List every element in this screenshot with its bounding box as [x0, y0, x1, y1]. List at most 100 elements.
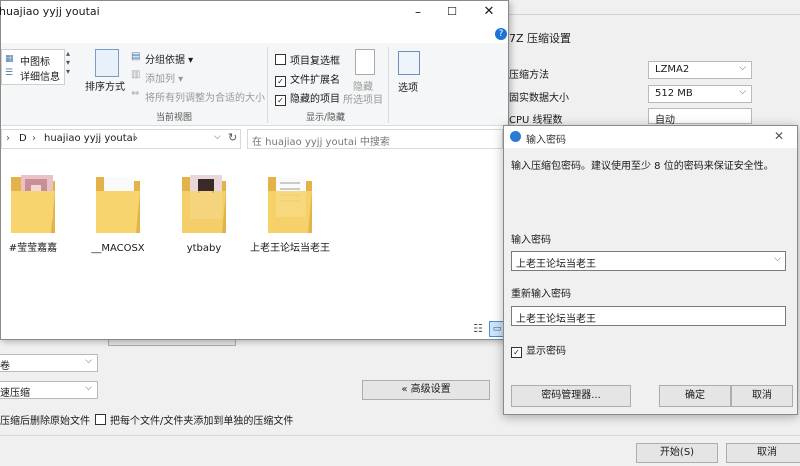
- show-password-label: 显示密码: [526, 346, 566, 357]
- file-extensions-option[interactable]: ✓ 文件扩展名: [275, 71, 340, 87]
- medium-icons-option[interactable]: 中图标: [20, 53, 50, 68]
- password-input[interactable]: 上老王论坛当老王 ⌵: [511, 251, 786, 271]
- method-select[interactable]: LZMA2 ⌵: [648, 61, 752, 79]
- speed-value: 速压缩: [0, 388, 30, 399]
- folder-icon: [182, 175, 226, 233]
- address-bar[interactable]: › D › huajiao yyjj youtai › ⌵ ↻: [1, 129, 241, 149]
- chevron-right-icon: ›: [32, 133, 36, 144]
- volume-value: 卷: [0, 361, 10, 372]
- separate-archives-option[interactable]: 把每个文件/文件夹添加到单独的压缩文件: [95, 412, 293, 427]
- address-dropdown-icon[interactable]: ⌵: [214, 132, 221, 142]
- method-value: LZMA2: [655, 64, 690, 75]
- layout-gallery[interactable]: ▦ 中图标 ☰ 详细信息: [1, 49, 65, 85]
- divider: [0, 435, 800, 436]
- item-checkboxes-checkbox: [275, 54, 286, 65]
- password-dialog: 输入密码 ✕ 输入压缩包密码。建议使用至少 8 位的密码来保证安全性。 输入密码…: [503, 125, 798, 415]
- dict-value: 512 MB: [655, 88, 693, 99]
- password-label: 输入密码: [511, 235, 551, 246]
- separate-label: 把每个文件/文件夹添加到单独的压缩文件: [110, 416, 294, 427]
- breadcrumb-drive[interactable]: D: [19, 133, 27, 144]
- speed-select[interactable]: 速压缩 ⌵: [0, 381, 98, 399]
- password-dialog-title: 输入密码: [526, 135, 566, 146]
- folder-icon: [11, 175, 55, 233]
- dict-select[interactable]: 512 MB ⌵: [648, 85, 752, 103]
- divider: [509, 14, 800, 15]
- password-manager-button[interactable]: 密码管理器...: [511, 385, 631, 407]
- close-icon[interactable]: ✕: [477, 1, 501, 23]
- ok-button[interactable]: 确定: [659, 385, 731, 407]
- refresh-icon[interactable]: ↻: [228, 131, 237, 144]
- help-icon[interactable]: ?: [495, 28, 507, 40]
- file-extensions-label: 文件扩展名: [290, 75, 340, 86]
- hidden-items-label: 隐藏的项目: [290, 94, 340, 105]
- folder-name: #莹莹嘉嘉: [8, 243, 58, 254]
- password-description: 输入压缩包密码。建议使用至少 8 位的密码来保证安全性。: [511, 161, 774, 172]
- maximize-icon[interactable]: ☐: [440, 1, 464, 23]
- delete-after-option[interactable]: 压缩后删除原始文件: [0, 412, 90, 427]
- medium-icons-icon: ▦: [5, 54, 14, 64]
- chevron-right-icon: ›: [134, 133, 138, 144]
- delete-after-label: 压缩后删除原始文件: [0, 416, 90, 427]
- hidden-items-option[interactable]: ✓ 隐藏的项目: [275, 90, 340, 106]
- threads-select[interactable]: 自动: [648, 108, 752, 126]
- add-column-icon: ▥: [131, 69, 141, 80]
- folder-name: ytbaby: [186, 243, 222, 254]
- chevron-down-icon[interactable]: ⌵: [774, 254, 781, 264]
- threads-label: CPU 线程数: [509, 115, 563, 126]
- show-password-checkbox[interactable]: ✓: [511, 347, 522, 358]
- explorer-window: huajiao yyjj youtai – ☐ ✕ ? ▦ 中图标 ☰ 详细信息…: [0, 0, 509, 340]
- reenter-password-label: 重新输入密码: [511, 289, 571, 300]
- folder-name: 上老王论坛当老王: [250, 243, 330, 254]
- show-password-option[interactable]: ✓ 显示密码: [511, 342, 566, 358]
- chevron-down-icon: ⌵: [85, 356, 92, 366]
- hidden-items-checkbox: ✓: [275, 95, 286, 106]
- add-column-button[interactable]: 添加列 ▾: [145, 70, 183, 85]
- current-view-group-label: 当前视图: [156, 113, 193, 123]
- folder-name: __MACOSX: [91, 243, 145, 254]
- fit-columns-button[interactable]: 将所有列调整为合适的大小: [145, 89, 265, 104]
- details-view-icon[interactable]: ☷: [471, 322, 485, 336]
- start-button[interactable]: 开始(S): [636, 443, 718, 463]
- details-option[interactable]: 详细信息: [20, 68, 60, 83]
- password-title-bar: 输入密码 ✕: [504, 126, 797, 148]
- sort-by-button[interactable]: 排序方式: [85, 78, 125, 93]
- hide-selected-icon: [355, 49, 375, 75]
- window-title: huajiao yyjj youtai: [0, 5, 100, 18]
- ribbon: ▦ 中图标 ☰ 详细信息 ▴ ▾ ▾ 排序方式 ▤ 分组依据 ▾ ▥ 添加列 ▾ ⇔…: [1, 43, 508, 126]
- password-cancel-button[interactable]: 取消: [731, 385, 793, 407]
- sort-by-icon: [95, 49, 119, 77]
- fit-columns-icon: ⇔: [131, 88, 140, 99]
- group-by-icon: ▤: [131, 51, 141, 62]
- separate-checkbox[interactable]: [95, 414, 106, 425]
- item-checkboxes-option[interactable]: 项目复选框: [275, 52, 340, 67]
- file-extensions-checkbox: ✓: [275, 76, 286, 87]
- reenter-password-input[interactable]: 上老王论坛当老王: [511, 306, 786, 326]
- search-input[interactable]: 在 huajiao yyjj youtai 中搜索: [247, 129, 503, 149]
- item-checkboxes-label: 项目复选框: [290, 56, 340, 67]
- archive-settings-title: 7Z 压缩设置: [509, 32, 572, 45]
- options-button[interactable]: 选项: [398, 79, 418, 94]
- title-bar: huajiao yyjj youtai – ☐ ✕: [0, 1, 508, 25]
- advanced-settings-button[interactable]: « 高级设置: [362, 380, 490, 400]
- minimize-icon[interactable]: –: [406, 1, 430, 23]
- show-hide-group-label: 显示/隐藏: [306, 113, 346, 123]
- dict-label: 固实数据大小: [509, 93, 569, 104]
- folder-icon: [268, 177, 312, 233]
- divider: [267, 47, 268, 123]
- reenter-password-value: 上老王论坛当老王: [516, 314, 596, 325]
- divider: [388, 47, 389, 123]
- close-icon[interactable]: ✕: [774, 129, 784, 143]
- archive-cancel-button[interactable]: 取消: [726, 443, 800, 463]
- gallery-scroll[interactable]: ▴ ▾ ▾: [66, 49, 74, 89]
- volume-select[interactable]: 卷 ⌵: [0, 354, 98, 372]
- group-by-button[interactable]: 分组依据 ▾: [145, 51, 193, 66]
- password-value: 上老王论坛当老王: [516, 259, 596, 270]
- chevron-down-icon: ⌵: [85, 383, 92, 393]
- method-label: 压缩方法: [509, 70, 549, 81]
- hide-selected-label: 所选项目: [343, 95, 383, 106]
- chevron-down-icon: ⌵: [739, 63, 746, 73]
- hidden-button[interactable]: [108, 340, 236, 346]
- chevron-right-icon: ›: [6, 133, 10, 144]
- search-placeholder: 在 huajiao yyjj youtai 中搜索: [252, 137, 390, 148]
- breadcrumb-folder[interactable]: huajiao yyjj youtai: [44, 133, 136, 144]
